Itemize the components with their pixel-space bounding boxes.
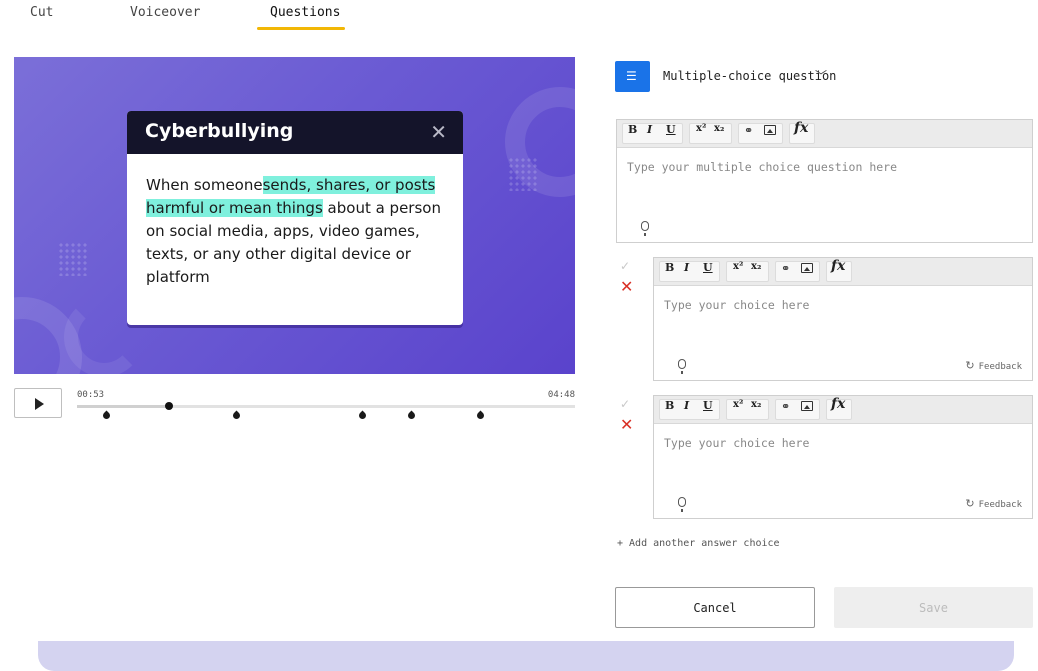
- superscript-button[interactable]: x²: [733, 399, 743, 410]
- playhead[interactable]: [164, 402, 173, 410]
- current-time: 00:53: [77, 390, 105, 400]
- question-marker[interactable]: [407, 410, 415, 420]
- microphone-icon[interactable]: [678, 497, 686, 512]
- decorative-dots: [508, 157, 538, 191]
- formula-button[interactable]: fx: [831, 396, 845, 412]
- tab-bar: Cut Voiceover Questions: [0, 0, 1038, 34]
- save-button[interactable]: Save: [834, 587, 1033, 628]
- timeline-track[interactable]: [77, 405, 575, 408]
- add-answer-choice-link[interactable]: + Add another answer choice: [617, 538, 780, 549]
- italic-button[interactable]: I: [647, 123, 652, 136]
- image-icon[interactable]: [801, 401, 813, 411]
- play-button[interactable]: [14, 388, 62, 418]
- editor-toolbar: B I U x² x₂ ⚭ fx: [617, 120, 1032, 148]
- close-icon[interactable]: ✕: [430, 120, 447, 144]
- question-marker[interactable]: [232, 410, 240, 420]
- list-icon[interactable]: ☰: [615, 61, 650, 92]
- bottom-panel: [38, 641, 1014, 671]
- card-header: Cyberbullying ✕: [127, 111, 463, 154]
- question-marker[interactable]: [476, 410, 484, 420]
- total-time: 04:48: [547, 390, 575, 400]
- microphone-icon[interactable]: [678, 359, 686, 374]
- timeline-progress: [77, 405, 169, 408]
- card-text-before: When someone: [146, 176, 263, 194]
- microphone-icon[interactable]: [641, 221, 649, 236]
- superscript-button[interactable]: x²: [733, 261, 743, 272]
- editor-toolbar: B I U x² x₂ ⚭ fx: [654, 258, 1032, 286]
- underline-button[interactable]: U: [666, 123, 676, 136]
- active-tab-indicator: [257, 27, 345, 30]
- link-icon[interactable]: ⚭: [781, 400, 790, 413]
- italic-button[interactable]: I: [684, 261, 689, 274]
- bold-button[interactable]: B: [665, 261, 674, 274]
- question-type-select[interactable]: Multiple-choice question: [663, 69, 836, 83]
- feedback-button[interactable]: ↻ Feedback: [965, 497, 1022, 510]
- question-editor: B I U x² x₂ ⚭ fx Type your multiple choi…: [616, 119, 1033, 243]
- link-icon[interactable]: ⚭: [744, 124, 753, 137]
- card-body: When someonesends, shares, or posts harm…: [127, 154, 463, 289]
- definition-card: Cyberbullying ✕ When someonesends, share…: [127, 111, 463, 325]
- link-icon[interactable]: ⚭: [781, 262, 790, 275]
- image-icon[interactable]: [801, 263, 813, 273]
- formula-button[interactable]: fx: [794, 120, 808, 136]
- image-icon[interactable]: [764, 125, 776, 135]
- video-preview[interactable]: Cyberbullying ✕ When someonesends, share…: [14, 57, 575, 374]
- question-input[interactable]: Type your multiple choice question here: [627, 160, 897, 174]
- subscript-button[interactable]: x₂: [714, 123, 724, 134]
- chevron-down-icon[interactable]: ﹀: [815, 67, 827, 84]
- feedback-icon: ↻: [965, 359, 975, 372]
- tab-voiceover[interactable]: Voiceover: [130, 5, 200, 20]
- tab-questions[interactable]: Questions: [270, 5, 340, 20]
- superscript-button[interactable]: x²: [696, 123, 706, 134]
- check-icon[interactable]: ✓: [620, 397, 630, 411]
- choice-editor-1: B I U x² x₂ ⚭ fx Type your choice here ↻…: [653, 257, 1033, 381]
- feedback-button[interactable]: ↻ Feedback: [965, 359, 1022, 372]
- editor-toolbar: B I U x² x₂ ⚭ fx: [654, 396, 1032, 424]
- formula-button[interactable]: fx: [831, 258, 845, 274]
- tab-cut[interactable]: Cut: [30, 5, 53, 20]
- subscript-button[interactable]: x₂: [751, 261, 761, 272]
- underline-button[interactable]: U: [703, 399, 713, 412]
- incorrect-icon[interactable]: ✕: [620, 277, 633, 296]
- bold-button[interactable]: B: [628, 123, 637, 136]
- italic-button[interactable]: I: [684, 399, 689, 412]
- choice-input[interactable]: Type your choice here: [664, 436, 809, 450]
- subscript-button[interactable]: x₂: [751, 399, 761, 410]
- question-marker[interactable]: [358, 410, 366, 420]
- card-title: Cyberbullying: [145, 120, 294, 142]
- feedback-icon: ↻: [965, 497, 975, 510]
- question-marker[interactable]: [102, 410, 110, 420]
- decorative-dots: [58, 242, 88, 276]
- choice-editor-2: B I U x² x₂ ⚭ fx Type your choice here ↻…: [653, 395, 1033, 519]
- check-icon[interactable]: ✓: [620, 259, 630, 273]
- incorrect-icon[interactable]: ✕: [620, 415, 633, 434]
- choice-input[interactable]: Type your choice here: [664, 298, 809, 312]
- bold-button[interactable]: B: [665, 399, 674, 412]
- play-icon: [35, 398, 44, 410]
- underline-button[interactable]: U: [703, 261, 713, 274]
- cancel-button[interactable]: Cancel: [615, 587, 815, 628]
